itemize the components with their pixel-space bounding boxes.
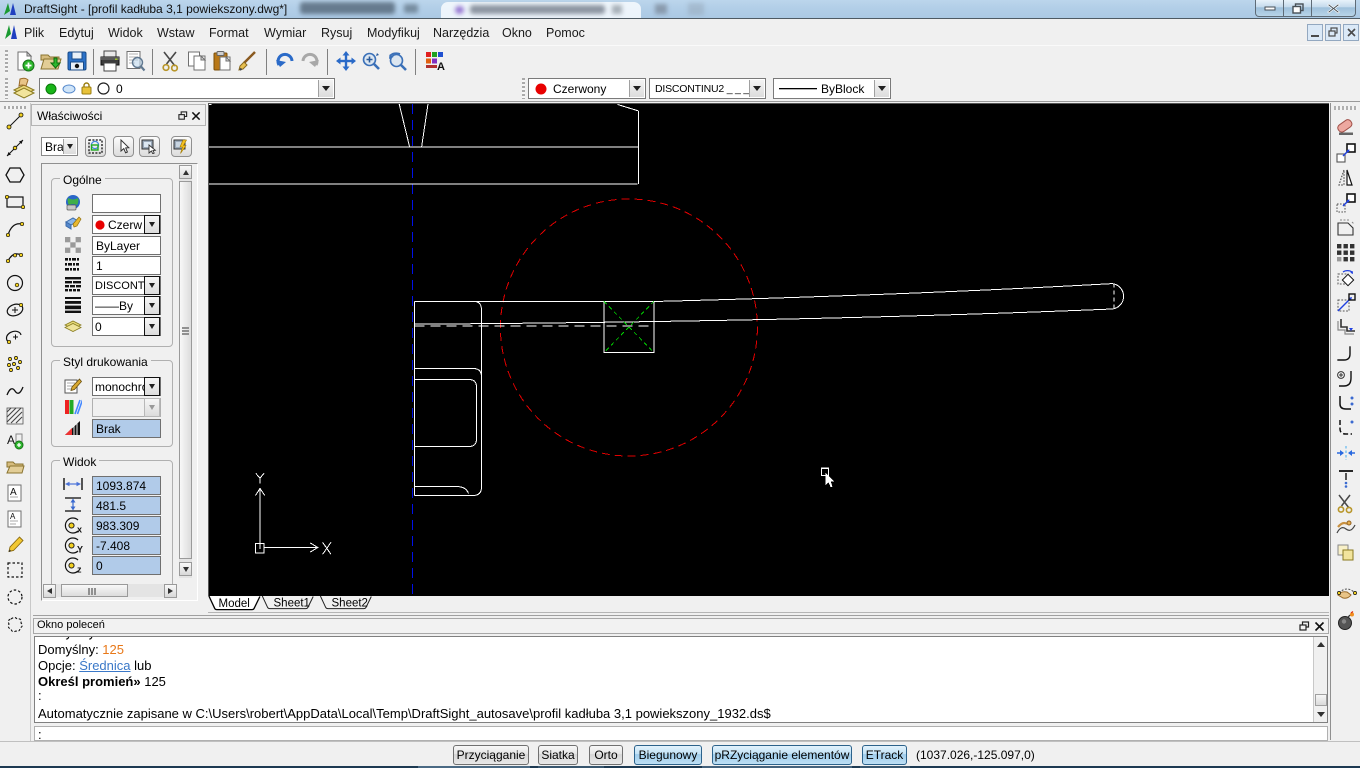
svg-text:A: A [10, 512, 16, 521]
svg-text:A: A [10, 487, 17, 498]
svg-text:Y: Y [77, 545, 83, 555]
svg-text:Model: Model [219, 598, 250, 610]
svg-text:Sheet2: Sheet2 [332, 598, 368, 610]
svg-text:x: x [77, 525, 82, 535]
svg-text:Sheet1: Sheet1 [274, 598, 310, 610]
svg-text:z: z [77, 565, 82, 575]
svg-text:A: A [7, 433, 15, 447]
svg-text:A: A [437, 61, 445, 72]
